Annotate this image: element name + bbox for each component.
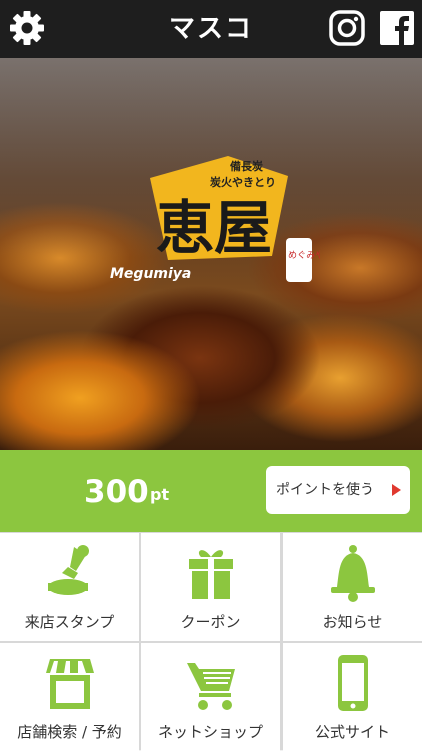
logo-subtitle-1: 備長炭 xyxy=(230,159,263,173)
menu-item-news[interactable]: お知らせ xyxy=(283,533,422,641)
menu-item-net-shop[interactable]: ネットショップ xyxy=(141,643,280,751)
menu-item-store-search[interactable]: 店舗検索 / 予約 xyxy=(0,643,139,751)
menu-item-visit-stamp[interactable]: 来店スタンプ xyxy=(0,533,139,641)
logo-subtitle-2: 炭火やきとり xyxy=(210,175,276,189)
use-points-label: ポイントを使う xyxy=(276,482,374,498)
bell-icon xyxy=(331,545,375,602)
store-icon xyxy=(46,659,94,709)
logo-stamp: めぐみや xyxy=(288,250,320,261)
menu-label: お知らせ xyxy=(322,613,383,631)
smartphone-icon xyxy=(338,655,368,711)
menu-item-coupon[interactable]: クーポン xyxy=(141,533,280,641)
menu-grid: 来店スタンプ クーポン お知らせ 店舗検索 / 予約 ネットショップ 公式サイト xyxy=(0,532,422,751)
menu-label: 来店スタンプ xyxy=(24,613,115,631)
stamp-icon xyxy=(48,545,89,595)
menu-label: 店舗検索 / 予約 xyxy=(17,723,122,741)
menu-label: 公式サイト xyxy=(314,723,390,741)
menu-label: クーポン xyxy=(180,613,241,631)
points-unit: pt xyxy=(150,485,170,504)
menu-item-official-site[interactable]: 公式サイト xyxy=(283,643,422,751)
gift-icon xyxy=(189,550,233,599)
menu-label: ネットショップ xyxy=(157,723,263,741)
use-points-button[interactable]: ポイントを使う xyxy=(266,466,410,514)
hero-image: 備長炭 炭火やきとり 恵屋 Megumiya めぐみや xyxy=(0,58,422,450)
store-logo: 備長炭 炭火やきとり 恵屋 Megumiya めぐみや xyxy=(110,156,320,282)
cart-icon xyxy=(187,663,235,710)
facebook-icon[interactable] xyxy=(378,9,416,47)
points-bar: 300 pt ポイントを使う xyxy=(0,450,422,532)
instagram-icon[interactable] xyxy=(328,9,366,47)
points-value: 300 xyxy=(84,474,149,510)
logo-name: 恵屋 xyxy=(156,194,272,262)
logo-romaji: Megumiya xyxy=(110,266,191,282)
arrow-right-icon xyxy=(392,484,401,496)
app-header: マスコ xyxy=(0,0,422,58)
